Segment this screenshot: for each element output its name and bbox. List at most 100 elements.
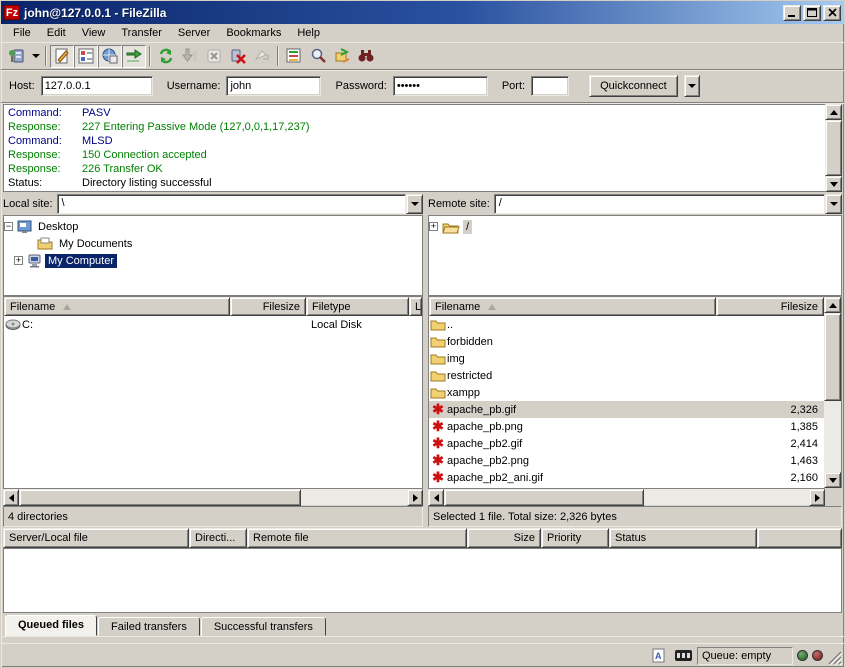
synchronized-browsing-button[interactable]: [330, 45, 354, 68]
refresh-button[interactable]: [154, 45, 178, 68]
tab-failed-transfers[interactable]: Failed transfers: [98, 617, 200, 636]
tab-queued-files[interactable]: Queued files: [5, 615, 97, 636]
maximize-button[interactable]: [803, 5, 821, 21]
password-input[interactable]: [393, 76, 488, 96]
tree-item-desktop[interactable]: − Desktop: [4, 218, 422, 235]
column-header-filesize[interactable]: Filesize: [230, 297, 306, 316]
column-header-filename[interactable]: Filename: [4, 297, 230, 316]
column-header-filename[interactable]: Filename: [429, 297, 716, 316]
file-row-c-drive[interactable]: C: Local Disk: [4, 316, 422, 333]
toggle-local-tree-button[interactable]: [74, 45, 98, 68]
site-manager-dropdown-button[interactable]: [29, 45, 42, 68]
scroll-down-button[interactable]: [825, 176, 842, 192]
queue-list[interactable]: [3, 548, 842, 613]
scrollbar-thumb[interactable]: [824, 313, 841, 401]
resize-grip[interactable]: [827, 650, 842, 665]
file-row-selected[interactable]: ✱ apache_pb.gif 2,326: [429, 401, 824, 418]
local-directory-tree[interactable]: − Desktop My Documents +: [3, 215, 423, 296]
reconnect-button[interactable]: [250, 45, 274, 68]
scrollbar-thumb[interactable]: [444, 489, 644, 506]
directory-comparison-button[interactable]: [306, 45, 330, 68]
tab-successful-transfers[interactable]: Successful transfers: [201, 617, 326, 636]
host-input[interactable]: [41, 76, 153, 96]
scroll-up-button[interactable]: [824, 297, 841, 313]
remote-file-list: Filename Filesize .. forbidden: [428, 296, 842, 488]
close-button[interactable]: [823, 5, 841, 21]
tree-expand-toggle[interactable]: +: [14, 256, 23, 265]
scroll-down-button[interactable]: [824, 472, 841, 488]
tree-item-root[interactable]: + /: [429, 218, 841, 235]
transfer-type-indicator[interactable]: A: [649, 647, 669, 665]
username-label: Username:: [167, 80, 221, 92]
disconnect-button[interactable]: [226, 45, 250, 68]
column-header-filesize[interactable]: Filesize: [716, 297, 824, 316]
scrollbar-thumb[interactable]: [825, 120, 842, 176]
port-input[interactable]: [531, 76, 569, 96]
process-queue-button[interactable]: [178, 45, 202, 68]
local-site-dropdown-button[interactable]: [406, 194, 423, 214]
menu-bookmarks[interactable]: Bookmarks: [218, 25, 289, 41]
message-log[interactable]: Command:PASV Response:227 Entering Passi…: [3, 104, 825, 192]
queue-column-server-local-file[interactable]: Server/Local file: [3, 528, 189, 548]
scroll-right-button[interactable]: [809, 489, 825, 506]
site-manager-button[interactable]: [5, 45, 29, 68]
menu-file[interactable]: File: [5, 25, 39, 41]
queue-column-remote-file[interactable]: Remote file: [247, 528, 467, 548]
remote-site-combobox[interactable]: /: [494, 194, 842, 214]
queue-column-direction[interactable]: Directi...: [189, 528, 247, 548]
local-site-value[interactable]: \: [57, 194, 406, 214]
menu-transfer[interactable]: Transfer: [113, 25, 170, 41]
local-horizontal-scrollbar[interactable]: [3, 488, 423, 505]
title-bar[interactable]: Fz john@127.0.0.1 - FileZilla: [1, 1, 844, 24]
file-row[interactable]: img: [429, 350, 824, 367]
scroll-up-button[interactable]: [825, 104, 842, 120]
file-row[interactable]: ✱ apache_pb2.gif 2,414: [429, 435, 824, 452]
menu-view[interactable]: View: [74, 25, 114, 41]
minimize-button[interactable]: [783, 5, 801, 21]
local-site-combobox[interactable]: \: [57, 194, 423, 214]
column-header-last-modified[interactable]: L: [409, 297, 422, 316]
scroll-left-button[interactable]: [3, 489, 19, 506]
log-vertical-scrollbar[interactable]: [825, 104, 842, 192]
scroll-right-button[interactable]: [407, 489, 423, 506]
menu-help[interactable]: Help: [289, 25, 328, 41]
remote-list-body[interactable]: .. forbidden img: [429, 316, 824, 488]
file-row[interactable]: xampp: [429, 384, 824, 401]
file-row[interactable]: ✱ apache_pb2_ani.gif 2,160: [429, 469, 824, 486]
quickconnect-dropdown-button[interactable]: [684, 75, 700, 97]
close-icon: [828, 8, 837, 17]
menu-server[interactable]: Server: [170, 25, 218, 41]
remote-horizontal-scrollbar[interactable]: [428, 488, 825, 505]
username-input[interactable]: [226, 76, 321, 96]
tree-item-my-documents[interactable]: My Documents: [4, 235, 422, 252]
file-row[interactable]: ..: [429, 316, 824, 333]
quickconnect-button[interactable]: Quickconnect: [589, 75, 678, 97]
file-row[interactable]: forbidden: [429, 333, 824, 350]
file-row[interactable]: ✱ apache_pb2.png 1,463: [429, 452, 824, 469]
menu-edit[interactable]: Edit: [39, 25, 74, 41]
filename-filters-button[interactable]: [282, 45, 306, 68]
find-files-button[interactable]: [354, 45, 378, 68]
queue-column-priority[interactable]: Priority: [541, 528, 609, 548]
toggle-message-log-button[interactable]: [50, 45, 74, 68]
file-row[interactable]: restricted: [429, 367, 824, 384]
toggle-remote-tree-button[interactable]: [98, 45, 122, 68]
queue-column-status[interactable]: Status: [609, 528, 757, 548]
file-row[interactable]: ✱ apache_pb.png 1,385: [429, 418, 824, 435]
toolbar-separator: [45, 46, 47, 66]
remote-site-dropdown-button[interactable]: [825, 194, 842, 214]
local-list-body[interactable]: C: Local Disk: [4, 316, 422, 488]
cancel-operation-button[interactable]: [202, 45, 226, 68]
column-header-filetype[interactable]: Filetype: [306, 297, 409, 316]
remote-directory-tree[interactable]: + /: [428, 215, 842, 296]
tree-item-my-computer[interactable]: + My Computer: [4, 252, 422, 269]
toggle-transfer-queue-button[interactable]: [122, 45, 146, 68]
scroll-left-button[interactable]: [428, 489, 444, 506]
scrollbar-thumb[interactable]: [19, 489, 301, 506]
speed-limit-indicator[interactable]: [673, 647, 693, 665]
tree-collapse-toggle[interactable]: −: [4, 222, 13, 231]
remote-vertical-scrollbar[interactable]: [824, 297, 841, 488]
remote-site-value[interactable]: /: [494, 194, 825, 214]
tree-expand-toggle[interactable]: +: [429, 222, 438, 231]
queue-column-size[interactable]: Size: [467, 528, 541, 548]
